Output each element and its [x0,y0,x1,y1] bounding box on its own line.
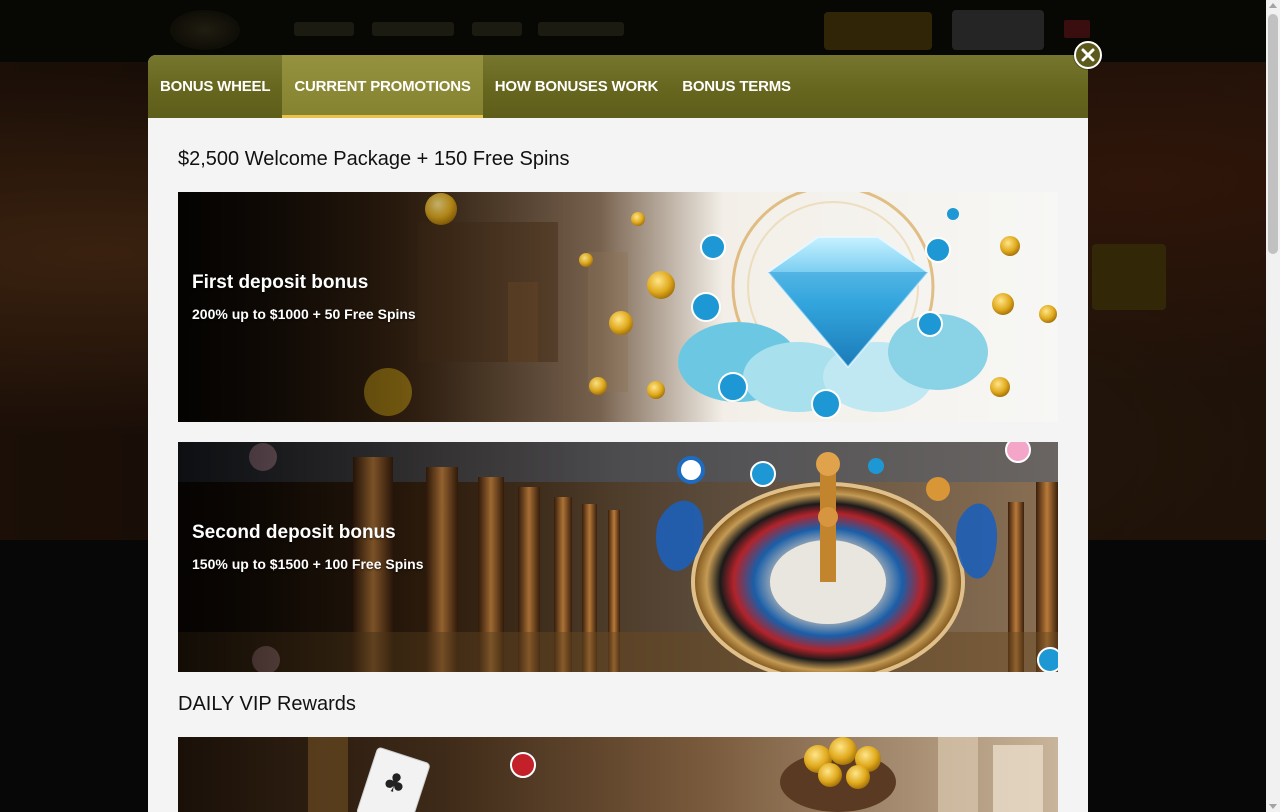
first-deposit-banner[interactable]: First deposit bonus 200% up to $1000 + 5… [178,192,1058,422]
first-deposit-title: First deposit bonus [192,272,369,293]
second-deposit-title: Second deposit bonus [192,522,396,543]
scroll-up-arrow-icon[interactable] [1269,3,1277,8]
tab-current-promotions[interactable]: CURRENT PROMOTIONS [282,55,483,118]
close-icon [1081,48,1095,62]
scrollbar-thumb[interactable] [1268,14,1278,254]
section-title-daily-vip: DAILY VIP Rewards [178,693,356,715]
first-deposit-text: First deposit bonus 200% up to $1000 + 5… [192,272,416,322]
page-scrollbar[interactable] [1266,0,1280,812]
second-deposit-text: Second deposit bonus 150% up to $1500 + … [192,522,424,572]
gold-coins-pot-art: ♣ [178,737,1058,812]
tab-bonus-terms[interactable]: BONUS TERMS [670,55,803,118]
first-deposit-subtitle: 200% up to $1000 + 50 Free Spins [192,306,416,322]
second-deposit-banner[interactable]: Second deposit bonus 150% up to $1500 + … [178,442,1058,672]
tab-how-bonuses-work[interactable]: HOW BONUSES WORK [483,55,670,118]
vip-rewards-banner[interactable]: ♣ [178,737,1058,812]
promotions-modal: BONUS WHEEL CURRENT PROMOTIONS HOW BONUS… [148,55,1088,812]
modal-tab-bar: BONUS WHEEL CURRENT PROMOTIONS HOW BONUS… [148,55,1088,118]
section-title-welcome-package: $2,500 Welcome Package + 150 Free Spins [178,148,570,170]
scroll-down-arrow-icon[interactable] [1269,804,1277,809]
tab-bonus-wheel[interactable]: BONUS WHEEL [148,55,282,118]
second-deposit-subtitle: 150% up to $1500 + 100 Free Spins [192,556,424,572]
close-button[interactable] [1074,41,1102,69]
